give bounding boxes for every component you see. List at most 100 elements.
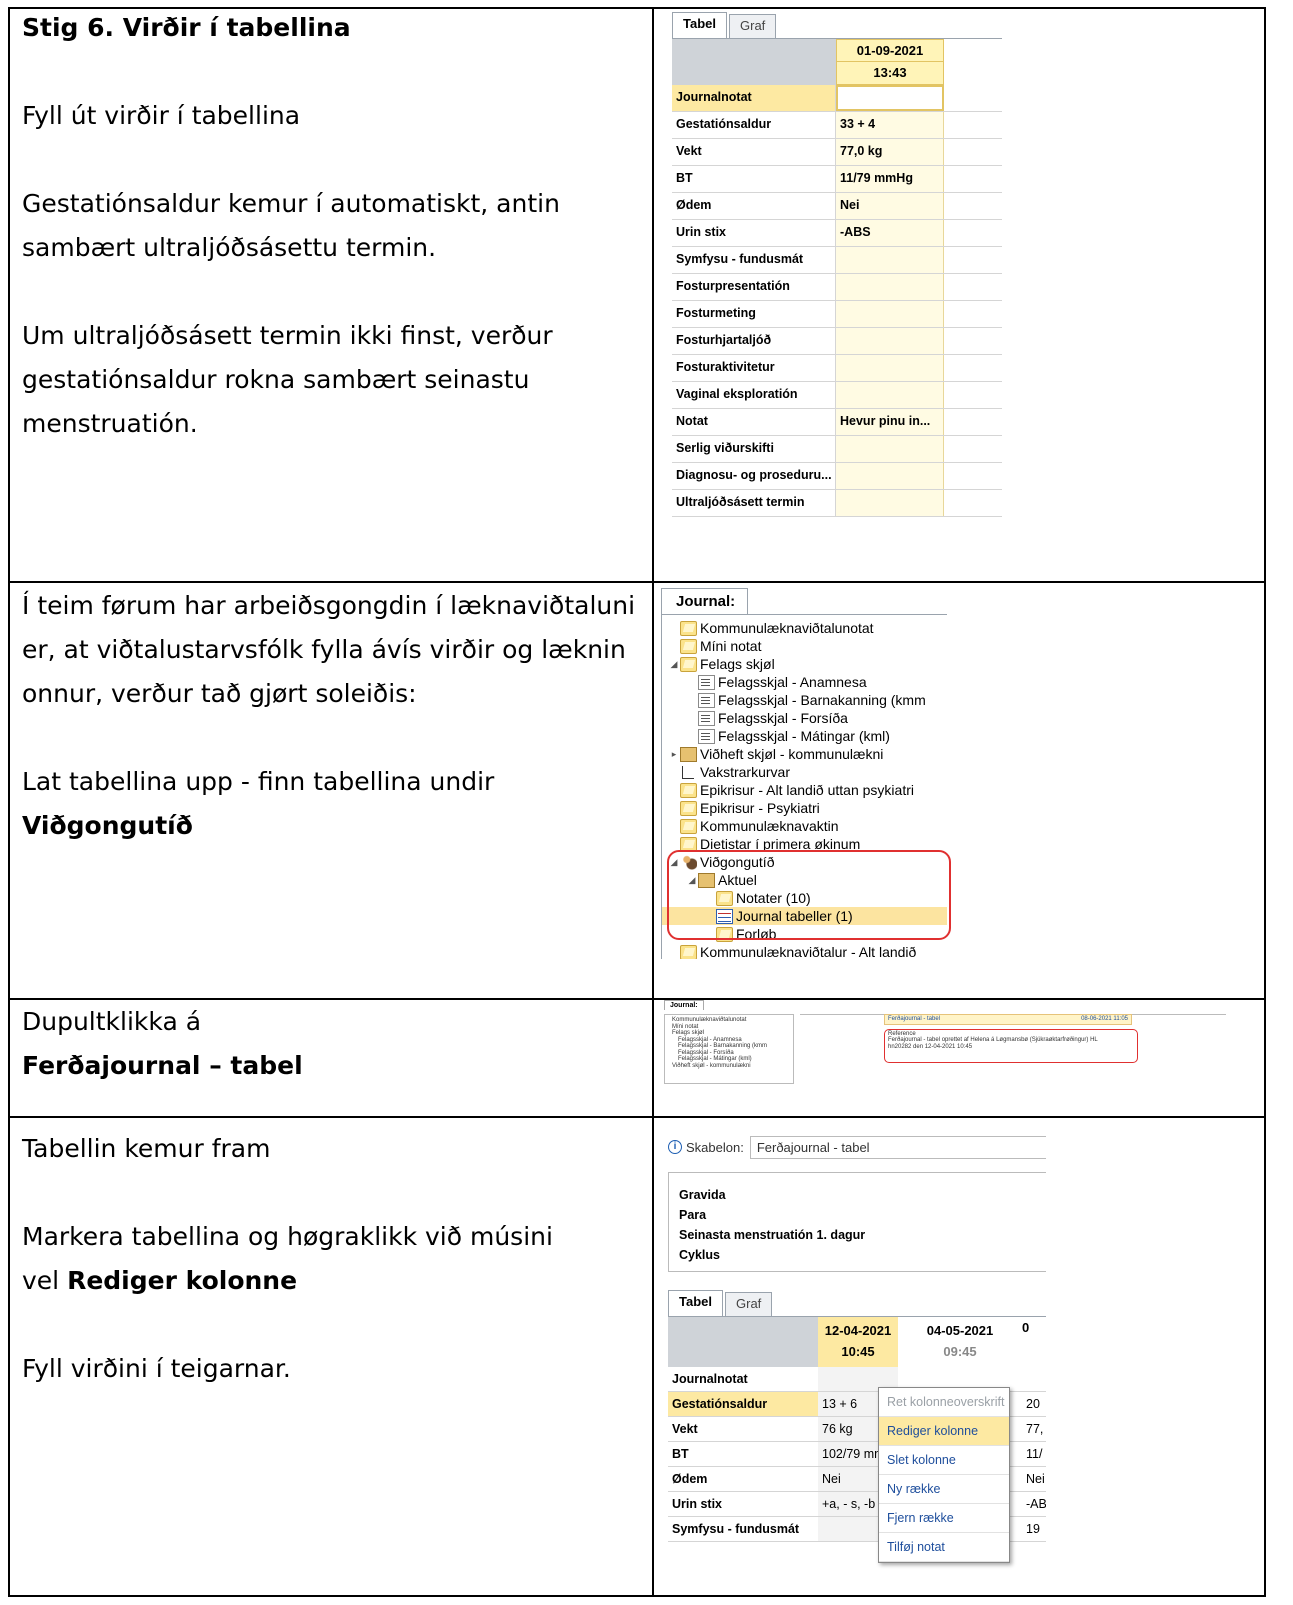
row-label: Fosturpresentatión — [672, 274, 836, 300]
paragraph: Markera tabellina og høgraklikk við músi… — [22, 1222, 553, 1251]
row-value[interactable] — [836, 301, 944, 327]
table-row[interactable]: Symfysu - fundusmát — [672, 247, 1002, 274]
tree-item-label: Kommunulæknaviðtalunotat — [700, 620, 874, 636]
table-row[interactable]: Vaginal eksploratión — [672, 382, 1002, 409]
tab-tabel[interactable]: Tabel — [672, 12, 727, 38]
table-row[interactable]: BT 11/79 mmHg — [672, 166, 1002, 193]
tree-item[interactable]: Kommunulæknavaktin — [662, 817, 947, 835]
row-label: Fosturaktivitetur — [672, 355, 836, 381]
row-value[interactable] — [836, 436, 944, 462]
row-value[interactable] — [836, 274, 944, 300]
folder-icon — [680, 638, 697, 654]
column-date: 12-04-2021 — [824, 1323, 892, 1338]
table-row[interactable]: Ultraljóðsásett termin — [672, 490, 1002, 517]
menu-item-add-note[interactable]: Tilføj notat — [879, 1533, 1009, 1562]
table-row[interactable]: Serlig viðurskifti — [672, 436, 1002, 463]
tree-item[interactable]: ◢ Felags skjøl — [662, 655, 947, 673]
table-row[interactable]: Fosturmeting — [672, 301, 1002, 328]
tree-item[interactable]: Epikrisur - Psykiatri — [662, 799, 947, 817]
table-row[interactable]: Urin stix -ABS — [672, 220, 1002, 247]
journal-table-screenshot: Tabel Graf 01-09-2021 13:43 Journalnotat… — [672, 12, 1002, 542]
row-label: Fosturhjartaljóð — [672, 328, 836, 354]
form-icon — [698, 692, 715, 708]
column-header-selected[interactable]: 12-04-2021 10:45 — [818, 1317, 898, 1367]
row-value[interactable] — [836, 463, 944, 489]
row-value[interactable] — [836, 247, 944, 273]
column-header[interactable]: 04-05-2021 09:45 — [898, 1317, 1022, 1367]
row-value[interactable]: 77, — [1022, 1417, 1046, 1441]
column-header[interactable]: 01-09-2021 13:43 — [836, 39, 944, 85]
row-value[interactable]: Hevur pinu in... — [836, 409, 944, 435]
table-row[interactable]: Ødem Nei — [672, 193, 1002, 220]
journal-overview-screenshot: Journal: Kommunulæknaviðtalunotat Míni no… — [664, 1000, 1226, 1084]
row-value[interactable]: -AB — [1022, 1492, 1046, 1516]
column-header[interactable]: 0 — [1022, 1317, 1046, 1367]
row-value[interactable]: 20 — [1022, 1392, 1046, 1416]
row-value[interactable] — [836, 328, 944, 354]
tree-item[interactable]: ▸ Viðheft skjøl - kommunulækni — [662, 745, 947, 763]
row-value[interactable]: 33 + 4 — [836, 112, 944, 138]
tree-item[interactable]: Kommunulæknaviðtalunotat — [662, 619, 947, 637]
row-value[interactable]: 19 — [1022, 1517, 1046, 1541]
info-icon: i — [668, 1140, 682, 1154]
tab-tabel[interactable]: Tabel — [668, 1290, 723, 1316]
tree-item-label: Kommunulæknaviðtalur - Alt landið — [700, 944, 917, 959]
journal-tab[interactable]: Journal: — [664, 1000, 704, 1010]
folder-icon — [680, 656, 697, 672]
tree-item[interactable]: Felagsskjal - Barnakanning (kmm — [662, 691, 947, 709]
table-row[interactable]: Vekt 77,0 kg — [672, 139, 1002, 166]
table-row-divider — [8, 1116, 1266, 1118]
tab-graf[interactable]: Graf — [725, 1292, 773, 1316]
tree-item-label: Felags skjøl — [700, 656, 775, 672]
skabelon-field[interactable]: Ferðajournal - tabel — [749, 1135, 1046, 1159]
row-value[interactable]: Nei — [836, 193, 944, 219]
row-label: Ødem — [672, 1472, 708, 1486]
expand-arrow-icon[interactable]: ◢ — [668, 655, 680, 673]
table-body: Journalnotat Gestatiónsaldur 33 + 4 Vekt 77,… — [672, 85, 1002, 517]
row-value[interactable]: 11/ — [1022, 1442, 1046, 1466]
menu-item-remove-row[interactable]: Fjern række — [879, 1504, 1009, 1533]
table-row[interactable]: Journalnotat — [672, 85, 1002, 112]
journal-tree-screenshot: Journal: Kommunulæknaviðtalunotat Míni no… — [661, 588, 951, 963]
journal-tab[interactable]: Journal: — [661, 588, 749, 614]
table-row[interactable]: Gestatiónsaldur 33 + 4 — [672, 112, 1002, 139]
info-line: Gravida — [679, 1188, 726, 1202]
row-label: Notat — [672, 409, 836, 435]
row-label: Ultraljóðsásett termin — [672, 490, 836, 516]
row-value[interactable]: Nei — [1022, 1467, 1046, 1491]
tree-item[interactable]: Felagsskjal - Mátingar (kml) — [662, 727, 947, 745]
row-value[interactable]: 11/79 mmHg — [836, 166, 944, 192]
table-row[interactable]: Notat Hevur pinu in... — [672, 409, 1002, 436]
tab-bar: Tabel Graf — [672, 12, 1002, 39]
menu-item-rename-column[interactable]: Ret kolonneoverskrift — [879, 1388, 1009, 1417]
menu-item-delete-column[interactable]: Slet kolonne — [879, 1446, 1009, 1475]
row-label: Journalnotat — [672, 1372, 748, 1386]
tree-item[interactable]: Kommunulæknaviðtalur - Alt landið — [662, 943, 947, 959]
row-value[interactable] — [836, 490, 944, 516]
table-row[interactable]: Fosturaktivitetur — [672, 355, 1002, 382]
menu-item-edit-column[interactable]: Rediger kolonne — [879, 1417, 1009, 1446]
document-card-header[interactable]: Ferðajournal - tabel 08-06-2021 11:05 — [884, 1014, 1132, 1025]
menu-item-new-row[interactable]: Ny række — [879, 1475, 1009, 1504]
tree-item[interactable]: Vakstrarkurvar — [662, 763, 947, 781]
row-value[interactable]: 77,0 kg — [836, 139, 944, 165]
table-row[interactable]: Fosturhjartaljóð — [672, 328, 1002, 355]
tree-item[interactable]: Epikrisur - Alt landið uttan psykiatri — [662, 781, 947, 799]
paragraph-prefix: vel — [22, 1266, 68, 1295]
row-value[interactable] — [836, 382, 944, 408]
expand-arrow-icon[interactable]: ▸ — [668, 745, 680, 763]
form-icon — [698, 710, 715, 726]
row-value[interactable] — [1022, 1367, 1046, 1391]
tree-item[interactable]: Felagsskjal - Anamnesa — [662, 673, 947, 691]
table-row[interactable]: Fosturpresentatión — [672, 274, 1002, 301]
tree-item[interactable]: Míni notat — [662, 637, 947, 655]
document-link[interactable]: Ferðajournal - tabel — [888, 1016, 940, 1023]
table-row[interactable]: Diagnosu- og proseduru... — [672, 463, 1002, 490]
row-value[interactable] — [836, 355, 944, 381]
row-value[interactable]: -ABS — [836, 220, 944, 246]
tree-item[interactable]: Felagsskjal - Forsíða — [662, 709, 947, 727]
tab-graf[interactable]: Graf — [729, 14, 777, 38]
mini-tree-item[interactable]: Viðheft skjøl - kommunulækni — [668, 1063, 790, 1070]
row-value[interactable] — [836, 85, 944, 111]
row3-text: Dupultklikka á Ferðajournal – tabel — [22, 1000, 648, 1088]
